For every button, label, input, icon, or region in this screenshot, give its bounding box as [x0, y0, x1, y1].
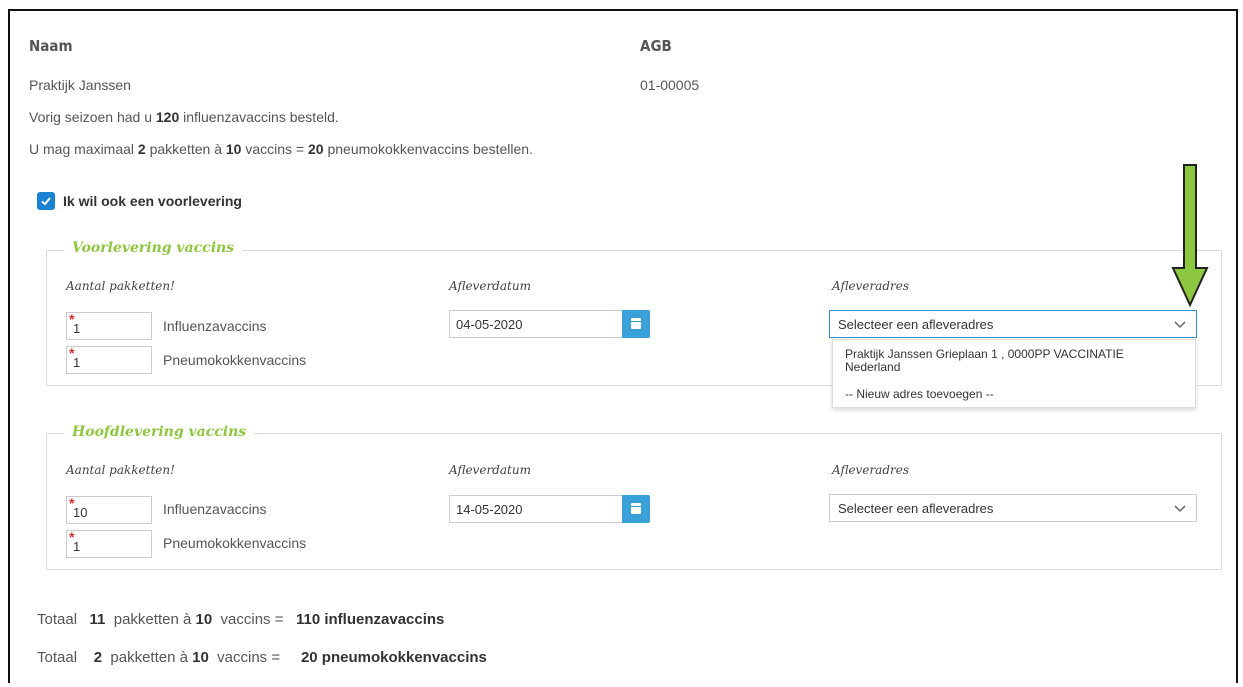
- preorder-checkbox-label[interactable]: Ik wil ook een voorlevering: [63, 193, 242, 209]
- hoofd-col-date: Afleverdatum: [449, 463, 531, 477]
- hoofd-influenza-qty-input[interactable]: * 10: [66, 496, 152, 524]
- hoofdlevering-legend: Hoofdlevering vaccins: [64, 424, 255, 440]
- voor-col-date: Afleverdatum: [449, 279, 531, 293]
- preorder-checkbox[interactable]: [37, 192, 55, 210]
- voor-date-input[interactable]: 04-05-2020: [449, 310, 649, 338]
- voor-influenza-qty-input[interactable]: * 1: [66, 312, 152, 340]
- agb-value: 01-00005: [640, 77, 700, 93]
- previous-season-info: Vorig seizoen had u 120 influenzavaccins…: [29, 109, 339, 125]
- agb-heading: AGB: [640, 37, 672, 55]
- voor-address-select[interactable]: Selecteer een afleveradres: [829, 310, 1197, 338]
- hoofd-date-input[interactable]: 14-05-2020: [449, 495, 649, 523]
- practice-name: Praktijk Janssen: [29, 77, 131, 93]
- hoofd-pneumo-qty-input[interactable]: * 1: [66, 530, 152, 558]
- down-arrow-icon: [1171, 164, 1209, 308]
- hoofd-col-qty: Aantal pakketten!: [66, 463, 175, 477]
- hoofd-influenza-label: Influenzavaccins: [163, 501, 267, 517]
- required-marker: *: [69, 529, 75, 545]
- address-dropdown-menu: Praktijk Janssen Grieplaan 1 , 0000PP VA…: [832, 339, 1196, 408]
- hoofd-calendar-button[interactable]: [622, 495, 650, 523]
- max-order-info: U mag maximaal 2 pakketten à 10 vaccins …: [29, 141, 533, 157]
- hoofd-address-select[interactable]: Selecteer een afleveradres: [829, 494, 1197, 522]
- dropdown-option-new-address[interactable]: -- Nieuw adres toevoegen --: [845, 388, 1175, 401]
- dropdown-option-address[interactable]: Praktijk Janssen Grieplaan 1 , 0000PP VA…: [845, 348, 1175, 374]
- voorlevering-legend: Voorlevering vaccins: [64, 240, 243, 256]
- total-pneumo: Totaal 2 pakketten à 10 vaccins = 20 pne…: [37, 649, 487, 666]
- voor-pneumo-qty-input[interactable]: * 1: [66, 346, 152, 374]
- calendar-icon: [631, 318, 641, 329]
- voor-col-addr: Afleveradres: [832, 279, 910, 293]
- hoofd-pneumo-label: Pneumokokkenvaccins: [163, 535, 307, 551]
- calendar-icon: [631, 503, 641, 514]
- voor-influenza-label: Influenzavaccins: [163, 318, 267, 334]
- check-icon: [41, 197, 51, 206]
- name-heading: Naam: [29, 37, 73, 55]
- required-marker: *: [69, 311, 75, 327]
- chevron-down-icon: [1174, 505, 1186, 513]
- total-influenza: Totaal 11 pakketten à 10 vaccins = 110 i…: [37, 611, 445, 628]
- hoofd-col-addr: Afleveradres: [832, 463, 910, 477]
- chevron-down-icon: [1174, 321, 1186, 329]
- voor-calendar-button[interactable]: [622, 310, 650, 338]
- required-marker: *: [69, 495, 75, 511]
- voor-col-qty: Aantal pakketten!: [66, 279, 175, 293]
- required-marker: *: [69, 345, 75, 361]
- voor-pneumo-label: Pneumokokkenvaccins: [163, 352, 307, 368]
